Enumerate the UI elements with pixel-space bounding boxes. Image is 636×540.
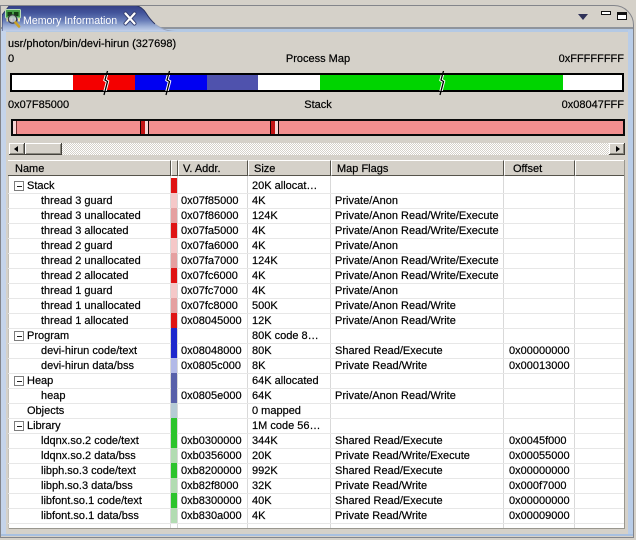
svg-text:Memory Information: Memory Information: [23, 15, 117, 27]
